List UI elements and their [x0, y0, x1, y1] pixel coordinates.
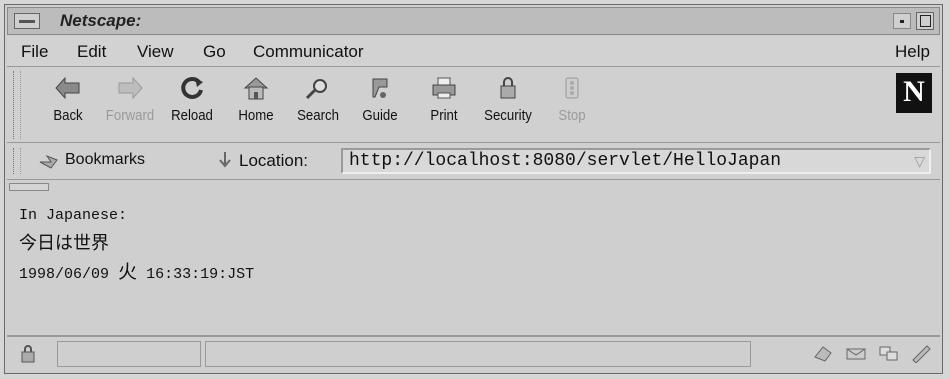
forward-button[interactable]: Forward — [99, 71, 161, 139]
security-label: Security — [484, 107, 532, 124]
status-message — [205, 341, 751, 367]
status-bar — [7, 335, 940, 371]
content-heading: In Japanese: — [19, 207, 128, 224]
print-icon — [432, 77, 456, 99]
toolbar-grip[interactable] — [13, 71, 21, 139]
back-label: Back — [53, 107, 83, 124]
security-lock-icon — [500, 77, 516, 99]
guide-label: Guide — [362, 107, 398, 124]
location-toolbar: Bookmarks Location: ▽ — [7, 144, 940, 180]
menu-bar: File Edit View Go Communicator Help — [7, 37, 940, 67]
maximize-button[interactable] — [916, 12, 934, 30]
content-timestamp: 1998/06/09 火 16:33:19:JST — [19, 257, 254, 284]
bookmarks-button[interactable]: Bookmarks — [65, 151, 145, 169]
reload-button[interactable]: Reload — [161, 71, 223, 139]
window-title: Netscape: — [60, 11, 142, 30]
timestamp-date: 1998/06/09 — [19, 266, 110, 283]
navigator-icon[interactable] — [813, 343, 835, 363]
component-bar — [807, 343, 932, 368]
status-security-icon[interactable] — [17, 343, 39, 365]
menu-edit[interactable]: Edit — [77, 42, 106, 62]
search-label: Search — [297, 107, 339, 124]
page-content: In Japanese: 今日は世界 1998/06/09 火 16:33:19… — [19, 201, 934, 331]
print-label: Print — [430, 107, 458, 124]
url-field[interactable]: ▽ — [341, 148, 931, 174]
minimize-button[interactable] — [893, 13, 911, 29]
stop-button[interactable]: Stop — [541, 71, 603, 139]
guide-button[interactable]: Guide — [349, 71, 411, 139]
menu-file[interactable]: File — [21, 42, 48, 62]
collapsed-toolbar-grip[interactable] — [9, 183, 49, 191]
menu-go[interactable]: Go — [203, 42, 226, 62]
location-icon — [219, 152, 231, 168]
location-grip[interactable] — [13, 148, 21, 174]
home-button[interactable]: Home — [225, 71, 287, 139]
stop-label: Stop — [558, 107, 586, 124]
forward-arrow-icon — [118, 76, 143, 100]
url-dropdown-icon[interactable]: ▽ — [914, 153, 925, 170]
netscape-logo-letter: N — [903, 75, 925, 108]
stop-icon — [565, 77, 579, 99]
timestamp-time: 16:33:19:JST — [146, 266, 255, 283]
back-arrow-icon — [55, 76, 80, 100]
mail-icon[interactable] — [845, 343, 867, 363]
location-label: Location: — [239, 151, 308, 170]
reload-icon — [181, 76, 203, 99]
guide-icon — [372, 78, 388, 98]
navigation-toolbar: Back Forward Reload Home Search Guide Pr… — [7, 67, 940, 143]
home-icon — [243, 77, 269, 100]
search-icon — [305, 79, 327, 100]
content-japanese-greeting: 今日は世界 — [19, 233, 109, 254]
forward-label: Forward — [105, 107, 155, 124]
title-bar[interactable]: Netscape: — [7, 7, 940, 35]
security-button[interactable]: Security — [477, 71, 539, 139]
discussions-icon[interactable] — [878, 343, 900, 363]
back-button[interactable]: Back — [37, 71, 99, 139]
status-progress — [57, 341, 201, 367]
print-button[interactable]: Print — [413, 71, 475, 139]
window-menu-button[interactable] — [14, 13, 40, 29]
timestamp-weekday: 火 — [118, 261, 138, 283]
composer-icon[interactable] — [910, 343, 932, 364]
menu-help[interactable]: Help — [895, 42, 930, 62]
menu-view[interactable]: View — [137, 42, 174, 62]
netscape-logo[interactable]: N — [896, 73, 932, 113]
browser-window: Netscape: File Edit View Go Communicator… — [4, 4, 943, 374]
search-button[interactable]: Search — [287, 71, 349, 139]
bookmarks-icon — [39, 154, 58, 169]
home-label: Home — [238, 107, 274, 124]
url-input[interactable] — [343, 150, 915, 172]
reload-label: Reload — [171, 107, 213, 124]
menu-communicator[interactable]: Communicator — [253, 42, 364, 62]
